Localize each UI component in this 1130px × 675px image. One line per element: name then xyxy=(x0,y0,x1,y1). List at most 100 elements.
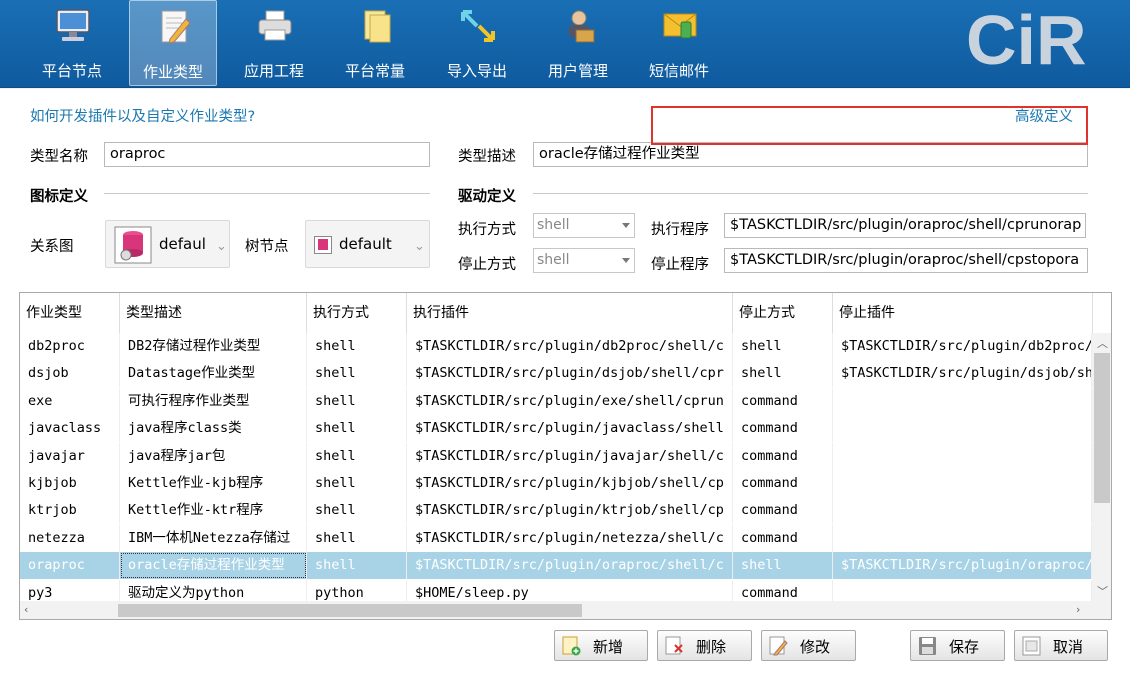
tree-icon-select[interactable]: default ⌄ xyxy=(305,220,430,268)
modify-button[interactable]: 修改 xyxy=(761,630,856,661)
table-cell[interactable]: command xyxy=(733,524,833,552)
table-cell[interactable]: netezza xyxy=(20,524,120,552)
table-row[interactable]: dsjob Datastage作业类型 shell $TASKCTLDIR/src/p… xyxy=(20,360,1092,388)
toolbar-import-export[interactable]: 导入导出 xyxy=(433,0,521,86)
toolbar-platform-constants[interactable]: 平台常量 xyxy=(331,0,419,86)
column-header[interactable]: 停止插件 xyxy=(833,293,1093,333)
table-cell[interactable]: shell xyxy=(307,524,407,552)
table-cell[interactable]: $TASKCTLDIR/src/plugin/db2proc/s xyxy=(833,333,1092,360)
type-desc-input[interactable]: oracle存储过程作业类型 xyxy=(533,142,1088,167)
table-cell[interactable]: exe xyxy=(20,387,120,415)
help-link[interactable]: 如何开发插件以及自定义作业类型? xyxy=(30,105,255,126)
exec-mode-select[interactable]: shell xyxy=(533,213,635,238)
table-cell[interactable] xyxy=(833,470,1092,497)
add-button[interactable]: 新增 xyxy=(554,630,648,661)
table-row[interactable]: netezza IBM一体机Netezza存储过 shell $TASKCTLDIR/… xyxy=(20,524,1092,552)
table-cell[interactable]: shell xyxy=(307,442,407,470)
table-row[interactable]: ktrjob Kettle作业-ktr程序 shell $TASKCTLDIR/src… xyxy=(20,497,1092,525)
scroll-thumb[interactable] xyxy=(118,604,582,617)
vertical-scrollbar[interactable]: ︿ ﹀ xyxy=(1092,333,1111,601)
column-header[interactable]: 类型描述 xyxy=(120,293,307,333)
table-cell[interactable] xyxy=(833,497,1092,525)
table-cell[interactable]: shell xyxy=(307,360,407,388)
toolbar-sms-mail[interactable]: 短信邮件 xyxy=(635,0,723,86)
table-cell[interactable]: command xyxy=(733,387,833,415)
table-cell[interactable]: Kettle作业-ktr程序 xyxy=(120,497,307,525)
column-header[interactable]: 执行方式 xyxy=(307,293,407,333)
column-header[interactable]: 执行插件 xyxy=(407,293,733,333)
exec-program-input[interactable]: $TASKCTLDIR/src/plugin/oraproc/shell/cpr… xyxy=(724,213,1086,238)
table-cell[interactable] xyxy=(833,415,1092,443)
type-name-input[interactable]: oraproc xyxy=(104,142,430,167)
scroll-left-icon[interactable]: ‹ xyxy=(24,603,28,616)
table-cell[interactable]: shell xyxy=(733,360,833,388)
table-cell[interactable]: command xyxy=(733,442,833,470)
table-cell[interactable]: shell xyxy=(307,333,407,360)
table-cell[interactable]: DB2存储过程作业类型 xyxy=(120,333,307,360)
table-cell[interactable]: Kettle作业-kjb程序 xyxy=(120,470,307,497)
table-cell[interactable] xyxy=(833,524,1092,552)
table-cell[interactable]: shell xyxy=(307,415,407,443)
table-cell[interactable]: oraproc xyxy=(20,552,120,580)
table-cell[interactable]: command xyxy=(733,415,833,443)
table-cell[interactable]: java程序jar包 xyxy=(120,442,307,470)
stop-program-input[interactable]: $TASKCTLDIR/src/plugin/oraproc/shell/cps… xyxy=(724,248,1088,273)
column-header[interactable]: 作业类型 xyxy=(20,293,120,333)
table-cell[interactable]: $TASKCTLDIR/src/plugin/dsjob/shell/cpr xyxy=(407,360,733,388)
scroll-right-icon[interactable]: › xyxy=(1076,603,1080,616)
divider xyxy=(533,193,1088,194)
table-row[interactable]: oraproc oracle存储过程作业类型 shell $TASKCTLDIR/sr… xyxy=(20,552,1092,580)
table-cell[interactable]: oracle存储过程作业类型 xyxy=(120,552,307,580)
table-cell[interactable]: Datastage作业类型 xyxy=(120,360,307,388)
toolbar-app-projects[interactable]: 应用工程 xyxy=(230,0,318,86)
table-cell[interactable] xyxy=(833,387,1092,415)
table-cell[interactable]: dsjob xyxy=(20,360,120,388)
table-cell[interactable]: $TASKCTLDIR/src/plugin/oraproc/s xyxy=(833,552,1092,580)
horizontal-scrollbar[interactable]: ‹ › xyxy=(20,601,1111,619)
table-cell[interactable]: shell xyxy=(733,333,833,360)
table-cell[interactable]: $TASKCTLDIR/src/plugin/exe/shell/cprun xyxy=(407,387,733,415)
table-cell[interactable]: db2proc xyxy=(20,333,120,360)
table-cell[interactable]: shell xyxy=(733,552,833,580)
table-cell[interactable]: kjbjob xyxy=(20,470,120,497)
table-cell[interactable]: command xyxy=(733,470,833,497)
stop-mode-select[interactable]: shell xyxy=(533,248,635,273)
table-cell[interactable]: $TASKCTLDIR/src/plugin/dsjob/she xyxy=(833,360,1092,388)
table-cell[interactable]: $TASKCTLDIR/src/plugin/javaclass/shell xyxy=(407,415,733,443)
table-row[interactable]: kjbjob Kettle作业-kjb程序 shell $TASKCTLDIR/src… xyxy=(20,470,1092,497)
scroll-thumb[interactable] xyxy=(1094,353,1110,503)
table-cell[interactable]: $TASKCTLDIR/src/plugin/netezza/shell/c xyxy=(407,524,733,552)
table-cell[interactable]: javajar xyxy=(20,442,120,470)
toolbar-platform-nodes[interactable]: 平台节点 xyxy=(28,0,116,86)
table-cell[interactable] xyxy=(833,442,1092,470)
toolbar-job-types[interactable]: 作业类型 xyxy=(129,0,217,86)
table-cell[interactable]: shell xyxy=(307,470,407,497)
table-cell[interactable]: IBM一体机Netezza存储过 xyxy=(120,524,307,552)
table-row[interactable]: javajar java程序jar包 shell $TASKCTLDIR/src/pl… xyxy=(20,442,1092,470)
table-cell[interactable]: javaclass xyxy=(20,415,120,443)
table-cell[interactable]: $TASKCTLDIR/src/plugin/oraproc/shell/c xyxy=(407,552,733,580)
job-type-table[interactable]: 作业类型 类型描述 执行方式 执行插件 停止方式 停止插件 db2proc DB2… xyxy=(19,292,1112,620)
table-cell[interactable]: $TASKCTLDIR/src/plugin/ktrjob/shell/cp xyxy=(407,497,733,525)
table-row[interactable]: javaclass java程序class类 shell $TASKCTLDIR/sr… xyxy=(20,415,1092,443)
table-row[interactable]: exe 可执行程序作业类型 shell $TASKCTLDIR/src/plugin/… xyxy=(20,387,1092,415)
save-button[interactable]: 保存 xyxy=(910,630,1005,661)
table-cell[interactable]: shell xyxy=(307,387,407,415)
column-header[interactable]: 停止方式 xyxy=(733,293,833,333)
table-row[interactable]: db2proc DB2存储过程作业类型 shell $TASKCTLDIR/src/p… xyxy=(20,333,1092,360)
scroll-down-icon[interactable]: ﹀ xyxy=(1097,583,1108,599)
toolbar-user-management[interactable]: 用户管理 xyxy=(534,0,622,86)
cancel-button[interactable]: 取消 xyxy=(1014,630,1108,661)
table-cell[interactable]: 可执行程序作业类型 xyxy=(120,387,307,415)
table-cell[interactable]: java程序class类 xyxy=(120,415,307,443)
table-cell[interactable]: $TASKCTLDIR/src/plugin/javajar/shell/c xyxy=(407,442,733,470)
scroll-up-icon[interactable]: ︿ xyxy=(1097,335,1108,351)
delete-button[interactable]: 删除 xyxy=(657,630,752,661)
table-cell[interactable]: command xyxy=(733,497,833,525)
table-cell[interactable]: $TASKCTLDIR/src/plugin/db2proc/shell/c xyxy=(407,333,733,360)
table-cell[interactable]: ktrjob xyxy=(20,497,120,525)
relation-icon-select[interactable]: defaul ⌄ xyxy=(105,220,230,268)
table-cell[interactable]: shell xyxy=(307,552,407,580)
table-cell[interactable]: shell xyxy=(307,497,407,525)
table-cell[interactable]: $TASKCTLDIR/src/plugin/kjbjob/shell/cp xyxy=(407,470,733,497)
